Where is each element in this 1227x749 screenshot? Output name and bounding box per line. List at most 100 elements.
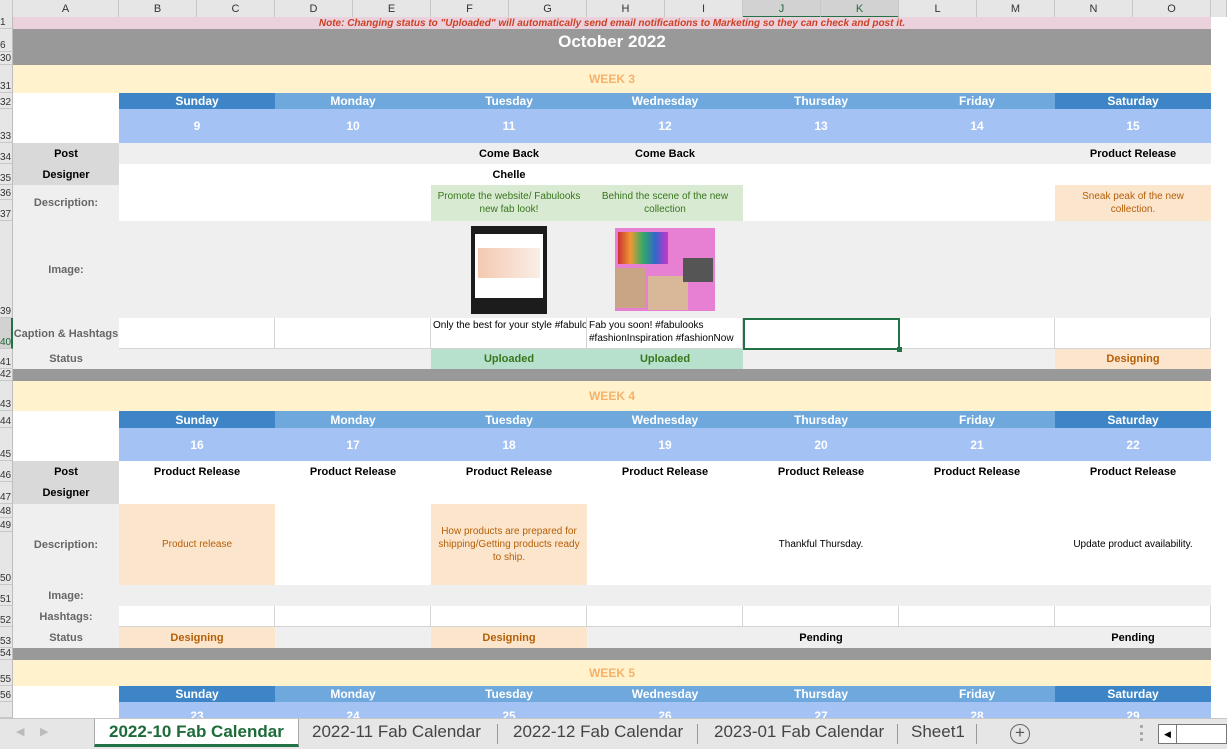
status-cell[interactable]: Designing xyxy=(119,627,275,648)
image-cell[interactable] xyxy=(275,585,431,606)
post-type-cell[interactable]: Product Release xyxy=(1055,143,1211,164)
row-header-57[interactable] xyxy=(0,702,13,718)
designer-cell[interactable]: Chelle xyxy=(431,164,587,185)
status-cell[interactable] xyxy=(899,349,1055,369)
row-header-51[interactable]: 51 xyxy=(0,585,13,606)
post-type-cell[interactable]: Product Release xyxy=(1055,461,1211,482)
row-header-37[interactable]: 37 xyxy=(0,200,13,221)
post-type-cell[interactable]: Product Release xyxy=(899,461,1055,482)
image-cell[interactable] xyxy=(1055,221,1211,318)
designer-cell[interactable] xyxy=(743,164,899,185)
image-cell[interactable] xyxy=(743,585,899,606)
column-header-h[interactable]: H xyxy=(587,0,665,18)
caption-cell[interactable] xyxy=(275,606,431,627)
row-header-30[interactable]: 30 xyxy=(0,52,13,65)
row-header-40[interactable]: 40 xyxy=(0,318,13,349)
status-cell[interactable] xyxy=(275,349,431,369)
row-header-47[interactable]: 47 xyxy=(0,482,13,504)
designer-cell[interactable] xyxy=(431,482,587,504)
row-header-53[interactable]: 53 xyxy=(0,627,13,648)
row-header-34[interactable]: 34 xyxy=(0,143,13,164)
row-header-46[interactable]: 46 xyxy=(0,461,13,482)
row-header-56[interactable]: 56 xyxy=(0,686,13,702)
column-header-n[interactable]: N xyxy=(1055,0,1133,18)
row-header-45[interactable]: 45 xyxy=(0,428,13,461)
description-cell[interactable] xyxy=(275,504,431,585)
row-header-42[interactable]: 42 xyxy=(0,369,13,381)
caption-cell[interactable] xyxy=(743,606,899,627)
description-cell[interactable] xyxy=(743,185,899,221)
description-cell[interactable]: Behind the scene of the new collection xyxy=(587,185,743,221)
row-header-52[interactable]: 52 xyxy=(0,606,13,627)
row-header-32[interactable]: 32 xyxy=(0,93,13,109)
description-cell[interactable]: Promote the website/ Fabulooks new fab l… xyxy=(431,185,587,221)
sheet-tab-2023-01[interactable]: 2023-01 Fab Calendar xyxy=(700,719,898,747)
description-cell[interactable]: Update product availability. xyxy=(1055,504,1211,585)
row-header-41[interactable]: 41 xyxy=(0,349,13,369)
post-type-cell[interactable]: Come Back xyxy=(431,143,587,164)
column-header-c[interactable]: C xyxy=(197,0,275,18)
column-header-i[interactable]: I xyxy=(665,0,743,18)
sheet-tab-2022-10[interactable]: 2022-10 Fab Calendar xyxy=(94,719,299,747)
add-sheet-plus-icon[interactable]: + xyxy=(1010,724,1030,744)
post-type-cell[interactable] xyxy=(743,143,899,164)
caption-cell[interactable] xyxy=(1055,318,1211,349)
selected-cell-j40[interactable] xyxy=(743,318,900,350)
facebook-ad-preview-image[interactable] xyxy=(471,225,547,314)
designer-cell[interactable] xyxy=(899,164,1055,185)
designer-cell[interactable] xyxy=(275,164,431,185)
post-type-cell[interactable]: Product Release xyxy=(275,461,431,482)
sheet-tab-sheet1[interactable]: Sheet1 xyxy=(897,719,979,747)
description-cell[interactable] xyxy=(899,504,1055,585)
image-cell[interactable] xyxy=(119,221,275,318)
scroll-left-icon[interactable]: ◀ xyxy=(1159,725,1177,743)
horizontal-scrollbar[interactable]: ◀ xyxy=(1158,724,1227,744)
image-cell[interactable] xyxy=(587,585,743,606)
row-header-49[interactable]: 49 xyxy=(0,518,13,532)
post-type-cell[interactable]: Product Release xyxy=(119,461,275,482)
row-header-39[interactable]: 39 xyxy=(0,221,13,318)
caption-cell[interactable] xyxy=(119,606,275,627)
caption-cell[interactable] xyxy=(1055,606,1211,627)
row-header-31[interactable]: 31 xyxy=(0,65,13,93)
description-cell[interactable] xyxy=(119,185,275,221)
image-cell[interactable] xyxy=(431,221,587,318)
description-cell[interactable]: Thankful Thursday. xyxy=(743,504,899,585)
column-header-b[interactable]: B xyxy=(119,0,197,18)
status-cell[interactable] xyxy=(275,627,431,648)
caption-cell[interactable] xyxy=(275,318,431,349)
row-header-33[interactable]: 33 xyxy=(0,109,13,143)
row-header-50[interactable]: 50 xyxy=(0,532,13,585)
designer-cell[interactable] xyxy=(899,482,1055,504)
status-cell[interactable]: Uploaded xyxy=(431,349,587,369)
caption-cell[interactable]: Only the best for your style #fabulooks xyxy=(431,318,587,349)
designer-cell[interactable] xyxy=(1055,482,1211,504)
row-header-1[interactable]: 1 xyxy=(0,17,13,29)
post-type-cell[interactable]: Product Release xyxy=(431,461,587,482)
column-header-e[interactable]: E xyxy=(353,0,431,18)
description-cell[interactable] xyxy=(275,185,431,221)
status-cell[interactable] xyxy=(587,627,743,648)
row-header-48[interactable]: 48 xyxy=(0,504,13,518)
column-header-m[interactable]: M xyxy=(977,0,1055,18)
post-type-cell[interactable] xyxy=(899,143,1055,164)
row-header-36[interactable]: 36 xyxy=(0,185,13,200)
designer-cell[interactable] xyxy=(743,482,899,504)
post-type-cell[interactable]: Come Back xyxy=(587,143,743,164)
row-header-44[interactable]: 44 xyxy=(0,411,13,428)
description-cell[interactable]: How products are prepared for shipping/G… xyxy=(431,504,587,585)
select-all-corner[interactable] xyxy=(0,0,13,18)
caption-cell[interactable] xyxy=(587,606,743,627)
designer-cell[interactable] xyxy=(1055,164,1211,185)
sheet-tab-2022-12[interactable]: 2022-12 Fab Calendar xyxy=(499,719,697,747)
column-header-a[interactable]: A xyxy=(13,0,119,18)
designer-cell[interactable] xyxy=(587,482,743,504)
image-cell[interactable] xyxy=(275,221,431,318)
caption-cell[interactable] xyxy=(431,606,587,627)
caption-cell[interactable] xyxy=(119,318,275,349)
image-cell[interactable] xyxy=(587,221,743,318)
image-cell[interactable] xyxy=(899,585,1055,606)
row-header-6[interactable]: 6 xyxy=(0,29,13,52)
designer-cell[interactable] xyxy=(275,482,431,504)
splitter-handle[interactable] xyxy=(1140,725,1143,741)
